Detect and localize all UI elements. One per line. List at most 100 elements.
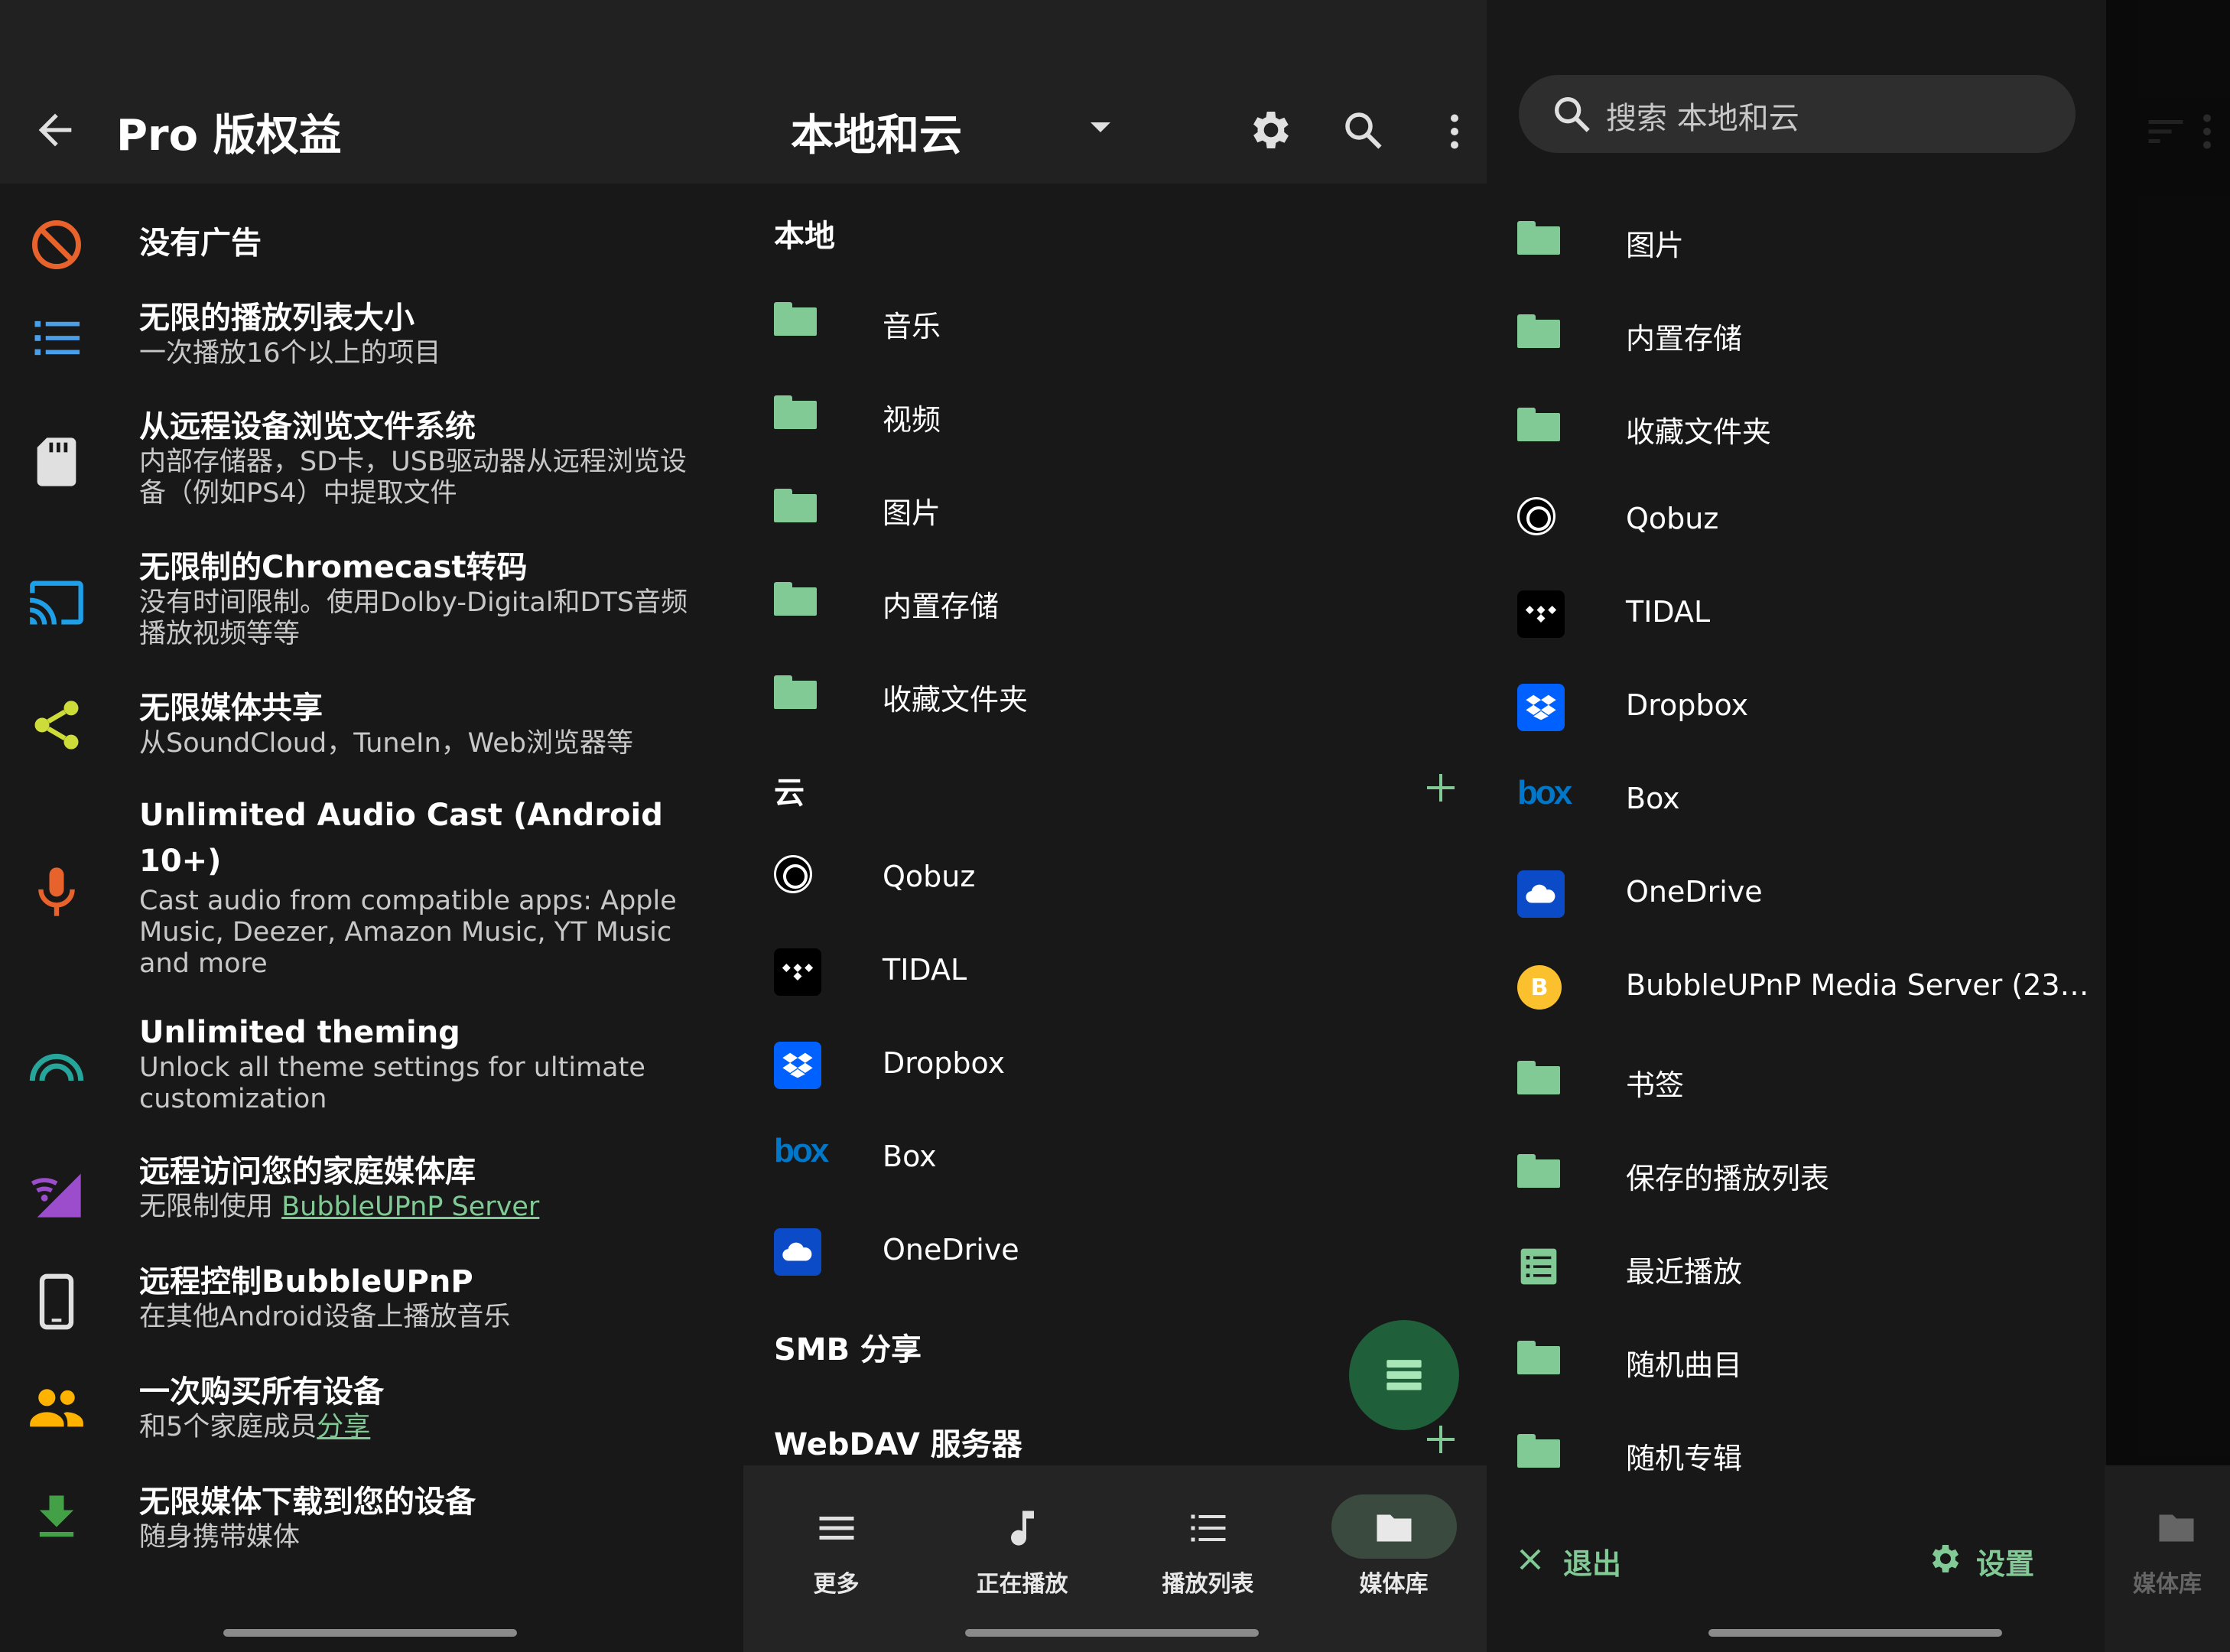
folder-icon [774,302,817,336]
item-label: 随机专辑 [1626,1442,1743,1475]
list-item-pictures[interactable]: 图片 [743,468,1487,552]
section-smb: SMB 分享 [774,1332,922,1367]
item-label: OneDrive [1626,875,1763,909]
item-label: 视频 [883,403,941,437]
bubbleupnp-server-link[interactable]: BubbleUPnP Server [281,1192,539,1222]
feature-title: 无限的播放列表大小 [139,301,414,336]
feature-no-ads: 没有广告 [0,216,743,277]
box-icon: box [774,1132,829,1169]
playlist-icon [1191,1514,1225,1542]
item-label: 图片 [1626,229,1685,262]
list-item-onedrive[interactable]: OneDrive [743,1211,1487,1296]
list-item-box[interactable]: box Box [743,1118,1487,1202]
menu-icon [819,1517,853,1540]
home-indicator[interactable] [223,1629,517,1637]
section-local: 本地 [774,219,835,254]
folder-icon [1517,1061,1560,1094]
list-box-icon [1520,1248,1557,1285]
feature-desc-text: 无限制使用 [139,1192,282,1222]
feature-remote-fs: 从远程设备浏览文件系统 内部存储器，SD卡，USB驱动器从远程浏览设备（例如PS… [0,404,743,519]
list-item-dropbox[interactable]: Dropbox [743,1025,1487,1109]
item-label: 图片 [883,496,941,530]
folder-icon [774,675,817,709]
item-label: Dropbox [1626,688,1749,722]
add-cloud-icon[interactable] [1425,772,1456,803]
add-webdav-icon[interactable] [1425,1424,1456,1455]
item-label: 内置存储 [1626,322,1743,356]
nav-playlists[interactable]: 播放列表 [1115,1465,1301,1652]
item-label: Dropbox [883,1046,1006,1080]
rainbow-icon [29,1053,84,1081]
nav-label: 正在播放 [976,1571,1068,1598]
item-label: Box [1626,782,1680,815]
item-label: Qobuz [883,860,976,893]
share-link[interactable]: 分享 [317,1412,370,1442]
list-item-tidal[interactable]: TIDAL [743,932,1487,1016]
feature-title: 无限媒体下载到您的设备 [139,1485,476,1520]
section-cloud: 云 [774,776,805,811]
folder-icon [1517,1154,1560,1188]
exit-button[interactable]: 退出 [1563,1540,1621,1582]
more-vert-icon[interactable] [1432,109,1477,154]
bubbleupnp-icon: B [1517,965,1562,1010]
music-note-icon [1010,1511,1034,1546]
item-label: 书签 [1626,1068,1685,1102]
search-icon[interactable] [1340,107,1386,153]
queue-icon [1386,1360,1422,1390]
scrim-overlay[interactable] [2106,0,2230,1652]
nav-label: 媒体库 [1359,1571,1429,1598]
page-title: Pro 版权益 [116,111,342,161]
home-indicator[interactable] [965,1629,1259,1637]
app-bar [0,0,743,184]
nav-more[interactable]: 更多 [743,1465,929,1652]
library-panel: 本地和云 本地 音乐 视频 图片 内置存储 收藏文件夹 云 Qobuz TIDA… [743,0,1487,1652]
feature-desc: 从SoundCloud，TuneIn，Web浏览器等 [139,728,633,759]
feature-all-devices: 一次购买所有设备 和5个家庭成员分享 [0,1369,743,1453]
onedrive-icon [774,1228,821,1276]
gear-icon[interactable] [1247,106,1295,154]
download-icon [39,1495,74,1537]
item-label: TIDAL [1626,595,1711,629]
back-arrow-icon[interactable] [31,106,80,154]
list-item-video[interactable]: 视频 [743,375,1487,459]
feature-desc: 内部存储器，SD卡，USB驱动器从远程浏览设备（例如PS4）中提取文件 [139,447,688,509]
feature-desc: Unlock all theme settings for ultimate c… [139,1052,645,1114]
home-indicator[interactable] [1708,1629,2002,1637]
library-dropdown[interactable]: 本地和云 [791,101,962,163]
folder-icon [1517,1341,1560,1374]
settings-button[interactable]: 设置 [1976,1540,2034,1582]
feature-title: 远程访问您的家庭媒体库 [139,1154,476,1189]
feature-remote-access: 远程访问您的家庭媒体库 无限制使用 BubbleUPnP Server [0,1149,743,1233]
feature-desc: 没有时间限制。使用Dolby-Digital和DTS音频播放视频等等 [139,587,688,649]
list-item-qobuz[interactable]: Qobuz [743,838,1487,922]
folder-icon [774,395,817,429]
feature-title: 远程控制BubbleUPnP [139,1264,473,1299]
list-item-music[interactable]: 音乐 [743,281,1487,366]
item-label: 随机曲目 [1626,1348,1743,1382]
background-nav: 媒体库 [2105,1465,2230,1652]
item-label: 最近播放 [1626,1255,1743,1289]
list-item-internal-storage[interactable]: 内置存储 [743,561,1487,646]
item-label: 内置存储 [883,590,1000,623]
folder-icon [1517,1434,1560,1468]
block-icon [32,220,81,269]
item-label: 收藏文件夹 [883,683,1029,717]
share-icon [34,701,79,750]
list-item-favorite-folders[interactable]: 收藏文件夹 [743,655,1487,739]
item-label: Box [883,1140,937,1173]
feature-title: 从远程设备浏览文件系统 [139,409,476,444]
dropdown-arrow-icon[interactable] [1091,122,1110,132]
nav-now-playing[interactable]: 正在播放 [929,1465,1115,1652]
item-label: 保存的播放列表 [1626,1162,1830,1195]
bottom-navigation: 更多 正在播放 播放列表 媒体库 [743,1465,1487,1652]
feature-desc: 一次播放16个以上的项目 [139,338,441,369]
feature-downloads: 无限媒体下载到您的设备 随身携带媒体 [0,1479,743,1563]
queue-fab[interactable] [1349,1320,1459,1430]
cast-icon [30,580,83,625]
gear-icon [1932,1545,1959,1572]
feature-desc: 在其他Android设备上播放音乐 [139,1302,511,1332]
people-icon [30,1389,83,1427]
nav-library[interactable]: 媒体库 [1301,1465,1487,1652]
feature-desc-text: 和5个家庭成员 [139,1412,317,1442]
feature-remote-control: 远程控制BubbleUPnP 在其他Android设备上播放音乐 [0,1259,743,1343]
